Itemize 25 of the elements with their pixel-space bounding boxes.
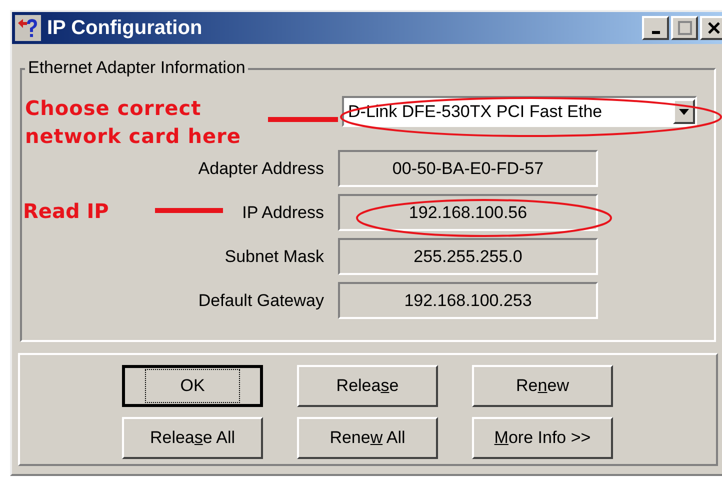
network-help-icon xyxy=(15,15,41,41)
annotation-text: Choose correct network card here xyxy=(25,95,242,150)
field-label: Default Gateway xyxy=(198,290,324,312)
close-icon xyxy=(706,21,720,35)
dialog-button[interactable]: Renew All xyxy=(297,417,438,459)
field-value: 255.255.255.0 xyxy=(338,238,598,275)
dialog-button[interactable]: Renew xyxy=(472,365,613,407)
field-value: 00-50-BA-E0-FD-57 xyxy=(338,150,598,187)
dialog-button[interactable]: OK xyxy=(122,365,263,407)
field-value: 192.168.100.253 xyxy=(338,282,598,319)
dialog-button[interactable]: Release xyxy=(297,365,438,407)
annotation-text: Read IP xyxy=(23,198,109,225)
field-label: Subnet Mask xyxy=(224,246,324,268)
close-button[interactable] xyxy=(700,16,722,40)
maximize-button[interactable] xyxy=(671,16,698,40)
window-title: IP Configuration xyxy=(47,16,202,41)
field-value: 192.168.100.56 xyxy=(338,194,598,231)
minimize-button[interactable] xyxy=(642,16,669,40)
maximize-icon xyxy=(678,21,692,35)
field-label: Adapter Address xyxy=(198,158,324,180)
dropdown-arrow-icon xyxy=(679,108,689,114)
minimize-icon xyxy=(652,30,660,34)
field-label: IP Address xyxy=(242,202,324,224)
dialog-button[interactable]: More Info >> xyxy=(472,417,613,459)
dialog-button[interactable]: Release All xyxy=(122,417,263,459)
